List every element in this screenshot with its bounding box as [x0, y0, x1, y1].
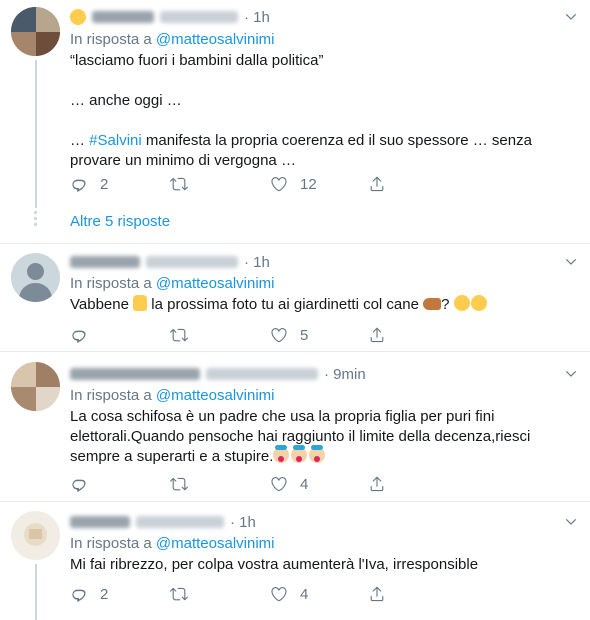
display-name-blurred[interactable]: [70, 256, 140, 268]
reply-button[interactable]: 2: [70, 174, 108, 194]
action-bar: 5: [70, 325, 390, 345]
share-icon: [368, 326, 386, 344]
tweet-2[interactable]: · 1h In risposta a @matteosalvinimi Vabb…: [0, 244, 590, 345]
tweet-header: · 1h: [70, 512, 256, 532]
share-icon: [368, 585, 386, 603]
clown-emoji-icon: [273, 445, 290, 463]
tweet-1[interactable]: · 1h In risposta a @matteosalvinimi “las…: [0, 0, 590, 243]
tweet-header: · 1h: [70, 7, 270, 27]
tweet-text: “lasciamo fuori i bambini dalla politica…: [70, 52, 532, 169]
tweet-3[interactable]: · 9min In risposta a @matteosalvinimi La…: [0, 352, 590, 498]
chevron-down-icon[interactable]: [564, 367, 578, 381]
thread-dots: [34, 211, 38, 229]
retweet-button[interactable]: [170, 474, 200, 494]
handle-blurred[interactable]: [136, 516, 224, 528]
retweet-button[interactable]: [170, 325, 200, 345]
retweet-icon: [170, 175, 188, 193]
share-button[interactable]: [368, 474, 398, 494]
handle-blurred[interactable]: [160, 11, 238, 23]
thumbs-up-emoji-icon: [133, 295, 148, 311]
heart-icon: [270, 585, 288, 603]
retweet-button[interactable]: [170, 174, 200, 194]
share-icon: [368, 475, 386, 493]
thread-line: [35, 564, 37, 620]
chevron-down-icon[interactable]: [564, 515, 578, 529]
like-button[interactable]: 4: [270, 474, 308, 494]
timestamp[interactable]: · 1h: [230, 514, 256, 531]
display-name-blurred[interactable]: [70, 368, 200, 380]
clap-emoji-icon: [453, 295, 470, 311]
retweet-icon: [170, 475, 188, 493]
share-icon: [368, 175, 386, 193]
clown-emoji-icon: [291, 445, 308, 463]
tweet-header: · 1h: [70, 252, 270, 272]
heart-icon: [270, 175, 288, 193]
emoji-face-icon: [70, 9, 86, 25]
like-button[interactable]: 5: [270, 325, 308, 345]
reply-button[interactable]: [70, 325, 100, 345]
reply-icon: [70, 585, 88, 603]
dog-emoji-icon: [423, 298, 442, 310]
action-bar: 4: [70, 474, 390, 494]
action-bar: 2 4: [70, 584, 390, 604]
retweet-icon: [170, 585, 188, 603]
action-bar: 2 12: [70, 174, 390, 194]
clown-emoji-icon: [309, 445, 326, 463]
reply-handle-link[interactable]: @matteosalvinimi: [156, 387, 275, 404]
display-name-blurred[interactable]: [92, 11, 154, 23]
chevron-down-icon[interactable]: [564, 255, 578, 269]
share-button[interactable]: [368, 584, 398, 604]
thread-line: [35, 60, 37, 208]
hashtag-link[interactable]: #Salvini: [89, 132, 142, 149]
clap-emoji-icon: [470, 295, 487, 311]
reply-context: In risposta a @matteosalvinimi: [70, 387, 275, 404]
like-button[interactable]: 4: [270, 584, 308, 604]
share-button[interactable]: [368, 174, 398, 194]
reply-icon: [70, 326, 88, 344]
avatar[interactable]: [11, 7, 60, 56]
retweet-icon: [170, 326, 188, 344]
display-name-blurred[interactable]: [70, 516, 130, 528]
share-button[interactable]: [368, 325, 398, 345]
heart-icon: [270, 326, 288, 344]
reply-handle-link[interactable]: @matteosalvinimi: [156, 31, 275, 48]
reply-icon: [70, 475, 88, 493]
more-replies-link[interactable]: Altre 5 risposte: [70, 213, 170, 230]
like-button[interactable]: 12: [270, 174, 317, 194]
reply-icon: [70, 175, 88, 193]
tweet-4[interactable]: · 1h In risposta a @matteosalvinimi Mi f…: [0, 502, 590, 620]
timestamp[interactable]: · 9min: [324, 366, 366, 383]
retweet-button[interactable]: [170, 584, 200, 604]
chevron-down-icon[interactable]: [564, 10, 578, 24]
tweet-header: · 9min: [70, 364, 366, 384]
timestamp[interactable]: · 1h: [244, 254, 270, 271]
reply-context: In risposta a @matteosalvinimi: [70, 535, 275, 552]
avatar[interactable]: [11, 362, 60, 411]
reply-context: In risposta a @matteosalvinimi: [70, 275, 275, 292]
reply-button[interactable]: 2: [70, 584, 108, 604]
heart-icon: [270, 475, 288, 493]
reply-handle-link[interactable]: @matteosalvinimi: [156, 275, 275, 292]
tweet-text: Vabbene la prossima foto tu ai giardinet…: [70, 295, 570, 315]
reply-button[interactable]: [70, 474, 100, 494]
avatar[interactable]: [11, 253, 60, 302]
handle-blurred[interactable]: [146, 256, 238, 268]
timestamp[interactable]: · 1h: [244, 9, 270, 26]
avatar[interactable]: [11, 511, 60, 560]
reply-handle-link[interactable]: @matteosalvinimi: [156, 535, 275, 552]
handle-blurred[interactable]: [206, 368, 318, 380]
reply-context: In risposta a @matteosalvinimi: [70, 31, 275, 48]
tweet-text: Mi fai ribrezzo, per colpa vostra aument…: [70, 556, 479, 573]
tweet-text: La cosa schifosa è un padre che usa la p…: [70, 408, 531, 465]
